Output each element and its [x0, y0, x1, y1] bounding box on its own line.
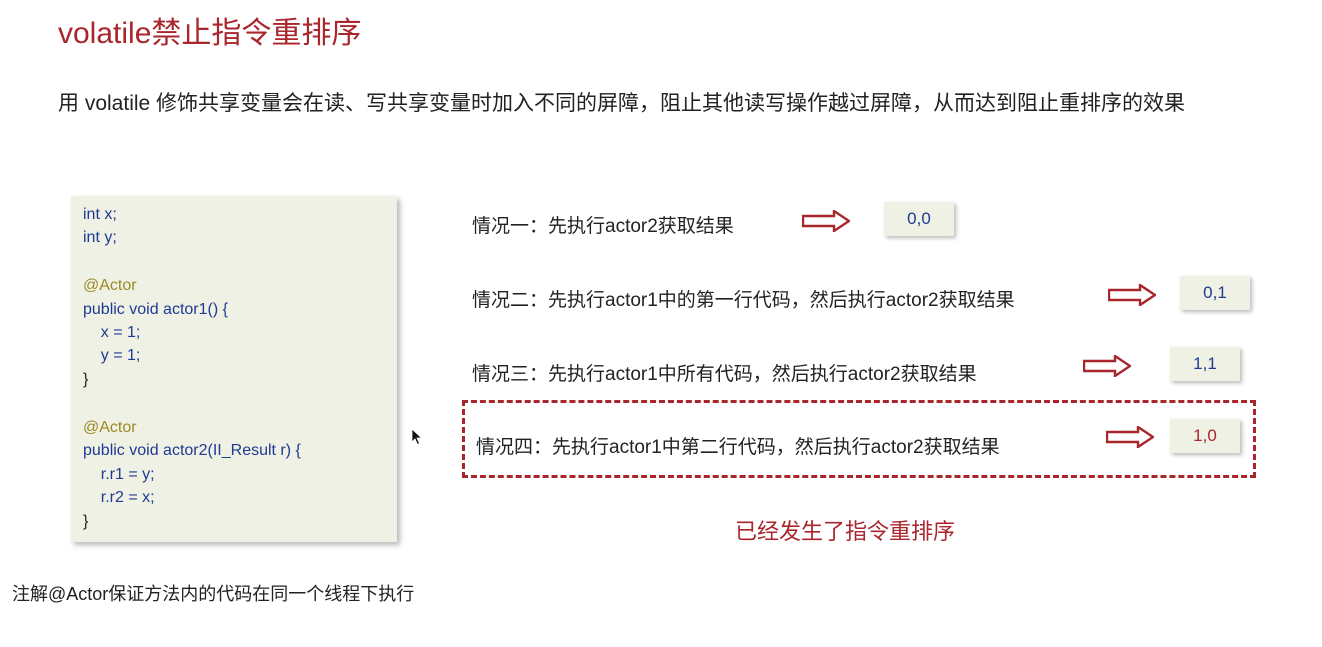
case-2-result: 0,1	[1180, 276, 1250, 310]
footnote: 注解@Actor保证方法内的代码在同一个线程下执行	[12, 584, 415, 604]
arrow-right-icon	[802, 210, 850, 232]
code-line: }	[83, 371, 89, 388]
reorder-conclusion: 已经发生了指令重排序	[735, 519, 956, 544]
case-3-label: 情况三：先执行actor1中所有代码，然后执行actor2获取结果	[472, 364, 977, 385]
case-4-result: 1,0	[1170, 419, 1240, 453]
intro-paragraph: 用 volatile 修饰共享变量会在读、写共享变量时加入不同的屏障，阻止其他读…	[58, 92, 1186, 115]
code-line: int x;	[83, 206, 117, 223]
code-line: r.r2 = x;	[83, 489, 155, 506]
page-title: volatile禁止指令重排序	[58, 17, 362, 50]
mouse-cursor-icon	[411, 428, 423, 446]
code-line: x = 1;	[83, 324, 141, 341]
case-3-result: 1,1	[1170, 347, 1240, 381]
case-1-label: 情况一：先执行actor2获取结果	[472, 216, 734, 237]
code-block: int x; int y; @Actor public void actor1(…	[71, 196, 397, 542]
case-1-result: 0,0	[884, 202, 954, 236]
arrow-right-icon	[1108, 284, 1156, 306]
code-line: y = 1;	[83, 347, 141, 364]
code-line: r.r1 = y;	[83, 466, 155, 483]
arrow-right-icon	[1083, 355, 1131, 377]
code-line: public void actor2(II_Result r) {	[83, 442, 301, 459]
code-line: }	[83, 513, 89, 530]
code-annotation: @Actor	[83, 277, 137, 294]
case-4-label: 情况四：先执行actor1中第二行代码，然后执行actor2获取结果	[476, 437, 1000, 458]
code-line: public void actor1() {	[83, 301, 228, 318]
code-annotation: @Actor	[83, 419, 137, 436]
arrow-right-icon	[1106, 426, 1154, 448]
case-2-label: 情况二：先执行actor1中的第一行代码，然后执行actor2获取结果	[472, 290, 1015, 311]
code-line: int y;	[83, 229, 117, 246]
